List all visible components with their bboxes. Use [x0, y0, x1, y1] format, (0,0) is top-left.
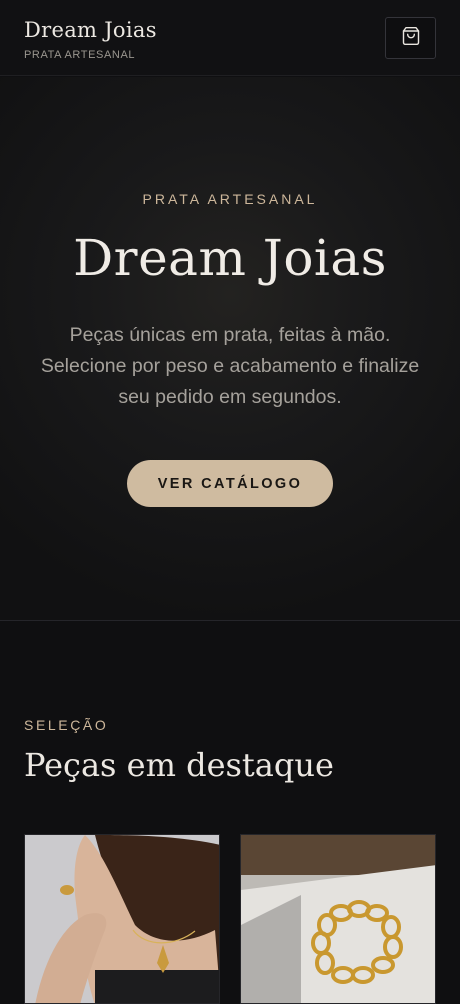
- shopping-bag-icon: [401, 26, 421, 51]
- product-image-bracelet: [241, 835, 435, 1003]
- cart-button[interactable]: [385, 17, 436, 59]
- brand-tagline: PRATA ARTESANAL: [24, 49, 136, 61]
- site-header: Dream Joias PRATA ARTESANAL: [0, 0, 460, 76]
- featured-eyebrow: SELEÇÃO: [24, 717, 109, 733]
- product-card-bracelet[interactable]: [240, 834, 436, 1004]
- featured-section: SELEÇÃO Peças em destaque: [0, 622, 460, 1004]
- featured-title: Peças em destaque: [24, 746, 334, 784]
- product-card-necklace[interactable]: [24, 834, 220, 1004]
- hero-description: Peças únicas em prata, feitas à mão. Sel…: [40, 324, 420, 408]
- hero-title: Dream Joias: [73, 229, 387, 287]
- hero-section: PRATA ARTESANAL Dream Joias Peças únicas…: [0, 77, 460, 621]
- brand-logo[interactable]: Dream Joias: [24, 18, 157, 42]
- hero-eyebrow: PRATA ARTESANAL: [142, 191, 318, 207]
- product-image-necklace: [25, 835, 219, 1003]
- view-catalog-button[interactable]: VER CATÁLOGO: [127, 460, 333, 507]
